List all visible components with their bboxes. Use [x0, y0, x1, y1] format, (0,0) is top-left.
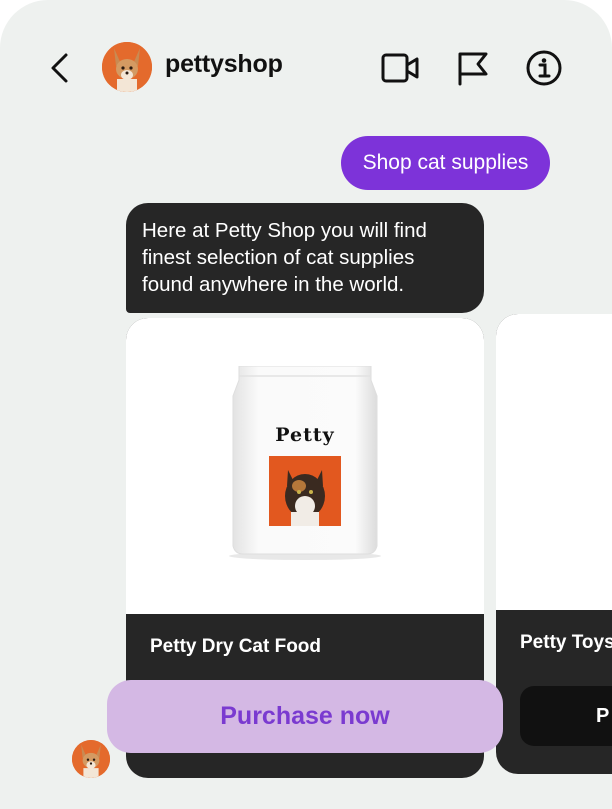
- product-title: Petty Toys: [520, 632, 612, 653]
- incoming-message: Here at Petty Shop you will find finest …: [126, 203, 484, 313]
- outgoing-message: Shop cat supplies: [341, 136, 550, 190]
- chat-header: pettyshop: [0, 36, 612, 100]
- product-image: Petty: [126, 318, 484, 614]
- avatar: [72, 740, 110, 778]
- purchase-button[interactable]: P: [520, 686, 612, 746]
- purchase-now-button[interactable]: Purchase now: [107, 680, 503, 753]
- avatar[interactable]: [102, 42, 152, 92]
- food-bag-image: Petty: [225, 366, 385, 562]
- shop-name[interactable]: pettyshop: [165, 50, 283, 79]
- product-image: [496, 314, 612, 610]
- chevron-left-icon[interactable]: [48, 52, 72, 84]
- chat-screen: pettyshop Shop cat supplies Here at Pett…: [0, 0, 612, 809]
- product-title: Petty Dry Cat Food: [150, 636, 322, 657]
- video-camera-icon[interactable]: [380, 48, 420, 88]
- info-icon[interactable]: [524, 48, 564, 88]
- product-card[interactable]: Petty Toys P: [496, 314, 612, 774]
- bag-brand-label: Petty: [275, 424, 335, 446]
- flag-icon[interactable]: [453, 48, 493, 88]
